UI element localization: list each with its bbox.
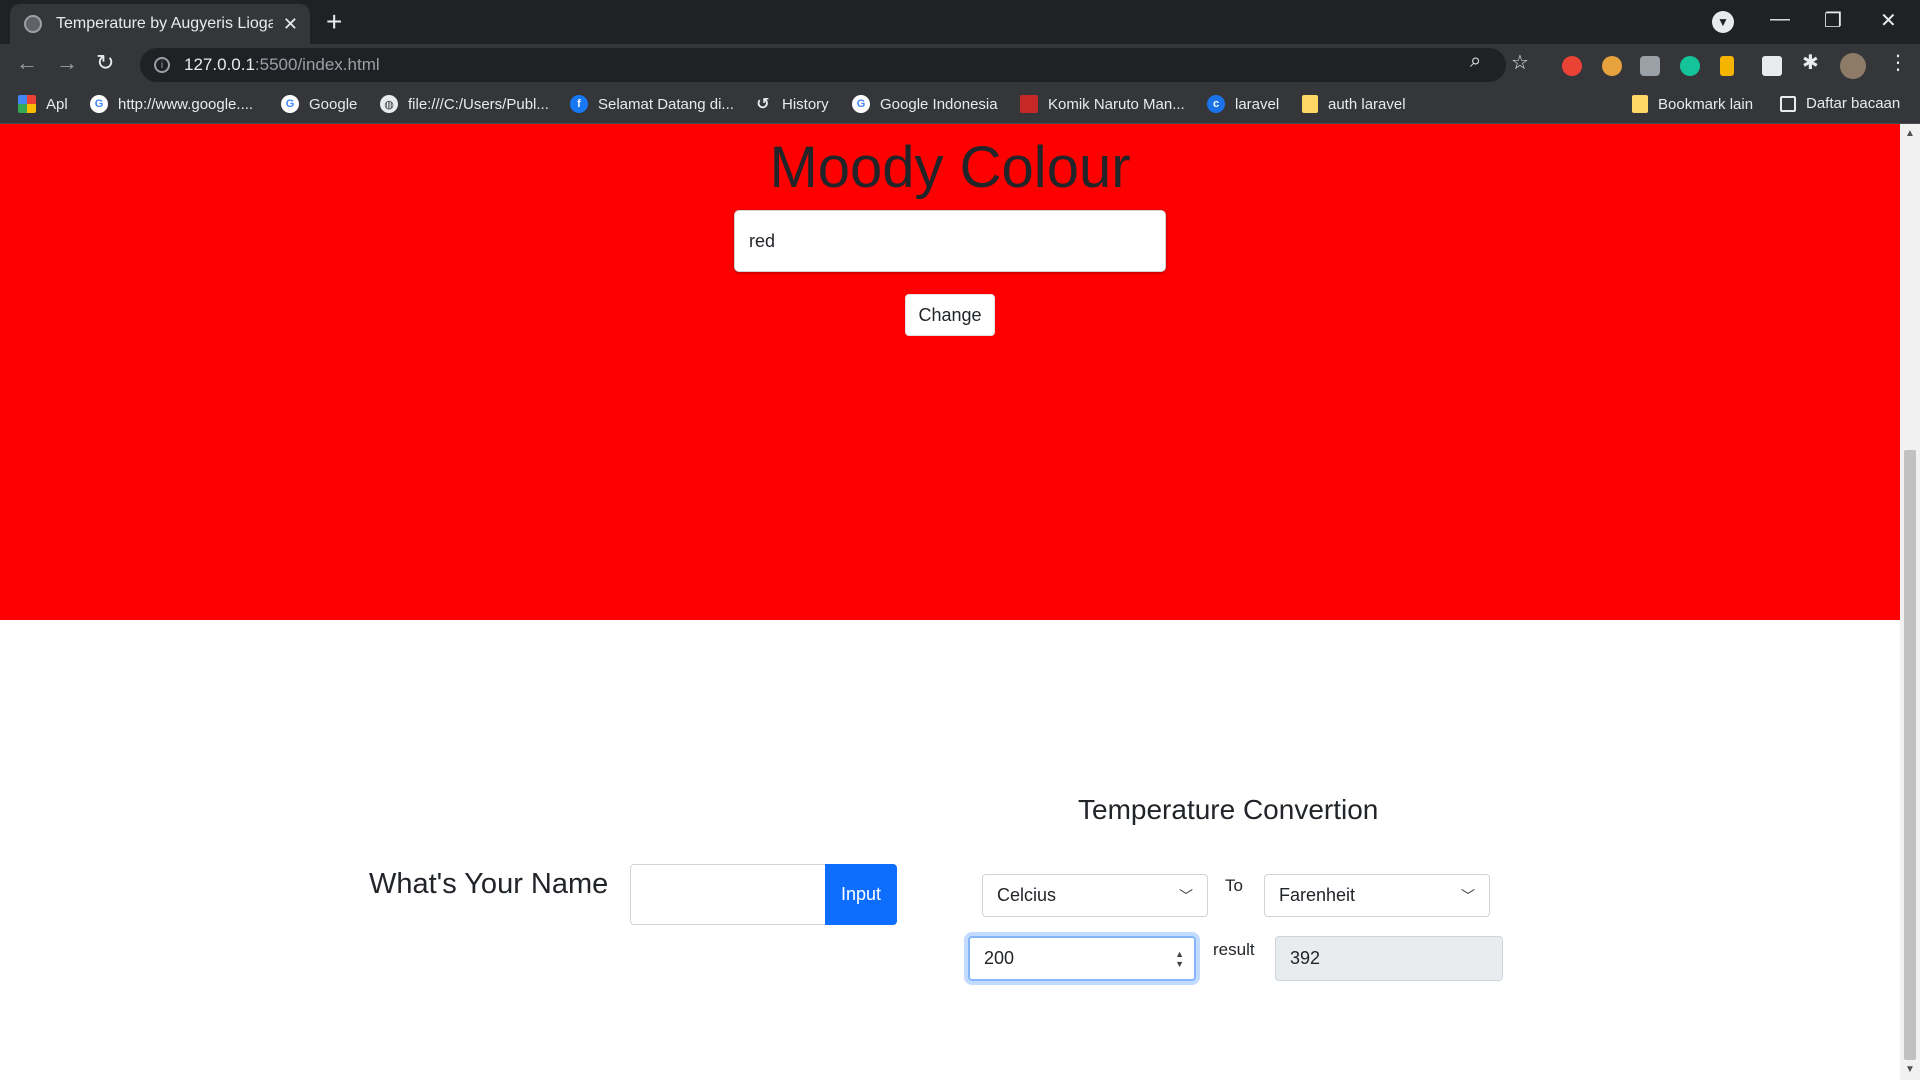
shield-extension-icon[interactable]	[1640, 56, 1660, 76]
result-label: result	[1213, 940, 1255, 959]
result-output: 392	[1275, 936, 1503, 981]
zoom-icon[interactable]: ⌕	[1470, 50, 1481, 73]
pen-extension-icon[interactable]	[1762, 56, 1782, 76]
scroll-up-icon[interactable]: ▲	[1905, 128, 1915, 139]
bookmark-label: file:///C:/Users/Publ...	[408, 95, 549, 113]
reading-list-icon	[1780, 95, 1796, 112]
bookmark-label: History	[782, 95, 829, 113]
spin-up-icon[interactable]: ▲	[1175, 949, 1184, 959]
bookmark-label: auth laravel	[1328, 95, 1406, 113]
input-button[interactable]: Input	[825, 864, 897, 925]
bookmark-auth-laravel[interactable]: auth laravel	[1302, 95, 1406, 113]
bookmark-label: Bookmark lain	[1658, 95, 1754, 113]
extensions-puzzle-icon[interactable]: ✱	[1802, 50, 1819, 75]
google-icon: G	[852, 95, 870, 113]
to-unit-select[interactable]: Farenheit ﹀	[1264, 874, 1490, 917]
minimize-icon[interactable]: —	[1770, 8, 1790, 31]
laravel-icon: c	[1207, 95, 1225, 113]
menu-kebab-icon[interactable]: ⋮	[1888, 50, 1908, 75]
globe-favicon-icon	[24, 15, 42, 33]
folder-icon	[1302, 95, 1318, 113]
bookmark-reading-list[interactable]: Daftar bacaan	[1780, 95, 1900, 112]
bookmark-facebook[interactable]: f Selamat Datang di...	[570, 95, 734, 113]
to-unit-value: Farenheit	[1279, 885, 1356, 905]
bookmark-label: Google	[309, 95, 358, 113]
to-label: To	[1225, 876, 1243, 895]
bookmarks-bar: Apl G http://www.google.... G Google ◍ f…	[0, 86, 1920, 124]
globe-icon: ◍	[380, 95, 398, 113]
bookmark-google[interactable]: G Google	[281, 95, 357, 113]
new-tab-plus-icon[interactable]: +	[326, 8, 342, 36]
back-arrow-icon[interactable]: ←	[16, 50, 38, 76]
bookmark-label: Apl	[46, 95, 68, 113]
apps-grid-icon	[18, 95, 36, 113]
google-icon: G	[90, 95, 108, 113]
colour-input[interactable]	[734, 210, 1166, 272]
scrollbar-thumb[interactable]	[1904, 450, 1916, 1060]
manga-icon	[1020, 95, 1038, 113]
bookmark-label: Selamat Datang di...	[598, 95, 734, 113]
history-icon: ↺	[756, 96, 770, 113]
bookmark-label: http://www.google....	[118, 95, 254, 113]
bookmark-komik-naruto[interactable]: Komik Naruto Man...	[1020, 95, 1185, 113]
browser-tab[interactable]: Temperature by Augyeris Lioga S ✕	[10, 4, 310, 44]
bookmark-label: Komik Naruto Man...	[1048, 95, 1185, 113]
moody-colour-title: Moody Colour	[769, 135, 1131, 200]
bookmark-google-url[interactable]: G http://www.google....	[90, 95, 253, 113]
bookmark-file[interactable]: ◍ file:///C:/Users/Publ...	[380, 95, 549, 113]
number-spinner[interactable]: ▲ ▼	[1175, 949, 1184, 969]
url-host: 127.0.0.1	[184, 55, 255, 74]
bookmark-label: laravel	[1235, 95, 1280, 113]
tab-title: Temperature by Augyeris Lioga S	[56, 15, 273, 32]
change-button[interactable]: Change	[905, 294, 995, 336]
tab-search-chevron-icon[interactable]: ▼	[1712, 11, 1734, 33]
restore-icon[interactable]: ❐	[1824, 8, 1842, 33]
bookmark-apps[interactable]: Apl	[18, 95, 68, 113]
bookmark-other-folder[interactable]: Bookmark lain	[1632, 95, 1753, 113]
facebook-icon: f	[570, 95, 588, 113]
temperature-title: Temperature Convertion	[1078, 794, 1379, 825]
close-tab-icon[interactable]: ✕	[283, 14, 298, 35]
google-icon: G	[281, 95, 299, 113]
browser-tab-strip: Temperature by Augyeris Lioga S ✕ + ▼ — …	[0, 0, 1920, 44]
ruler-extension-icon[interactable]	[1720, 56, 1734, 76]
chevron-down-icon: ﹀	[1461, 887, 1475, 904]
temperature-input-value: 200	[984, 948, 1015, 968]
from-unit-value: Celcius	[997, 885, 1057, 905]
temperature-number-input[interactable]: 200 ▲ ▼	[968, 936, 1196, 981]
from-unit-select[interactable]: Celcius ﹀	[982, 874, 1208, 917]
bookmark-google-indonesia[interactable]: G Google Indonesia	[852, 95, 998, 113]
browser-toolbar: ← → ↻ i 127.0.0.1:5500/index.html ⌕ ☆ ✱ …	[0, 44, 1920, 86]
name-label: What's Your Name	[369, 868, 609, 900]
url-path: :5500/index.html	[254, 55, 380, 74]
cookie-extension-icon[interactable]	[1602, 56, 1622, 76]
spin-down-icon[interactable]: ▼	[1175, 959, 1184, 969]
close-window-icon[interactable]: ✕	[1880, 8, 1897, 33]
folder-icon	[1632, 95, 1648, 113]
reload-icon[interactable]: ↻	[96, 50, 114, 76]
moody-colour-section: Moody Colour Change	[0, 124, 1900, 620]
scroll-down-icon[interactable]: ▼	[1905, 1064, 1915, 1075]
page-viewport: Moody Colour Change What's Your Name Inp…	[0, 124, 1900, 1080]
page-scrollbar[interactable]: ▲ ▼	[1900, 124, 1920, 1080]
adblock-extension-icon[interactable]	[1562, 56, 1582, 76]
address-bar[interactable]: i 127.0.0.1:5500/index.html	[140, 48, 1506, 82]
name-input[interactable]	[630, 864, 826, 925]
bookmark-star-icon[interactable]: ☆	[1511, 50, 1529, 75]
bookmark-label: Daftar bacaan	[1806, 95, 1901, 112]
chevron-down-icon: ﹀	[1179, 887, 1193, 904]
bookmark-label: Google Indonesia	[880, 95, 998, 113]
bookmark-history[interactable]: ↺ History	[754, 95, 829, 114]
forward-arrow-icon[interactable]: →	[56, 50, 78, 76]
bookmark-laravel[interactable]: c laravel	[1207, 95, 1279, 113]
profile-avatar[interactable]	[1840, 53, 1866, 79]
grammarly-extension-icon[interactable]	[1680, 56, 1700, 76]
site-info-icon[interactable]: i	[154, 57, 170, 73]
